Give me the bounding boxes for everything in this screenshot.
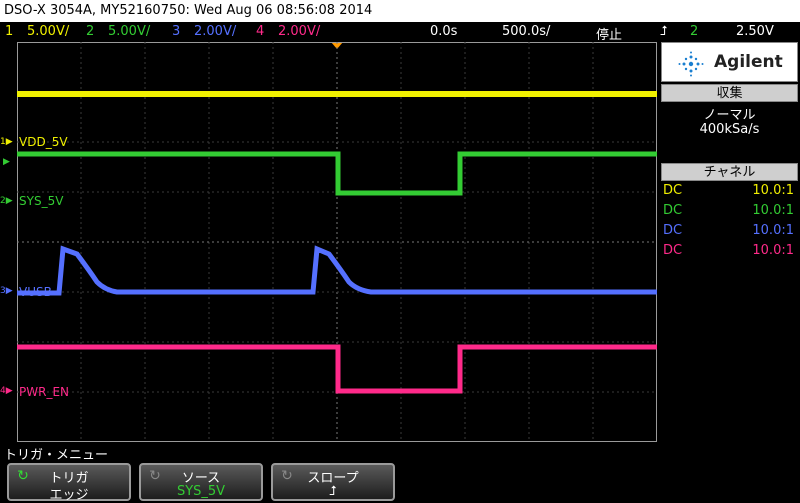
ch1-trace	[17, 91, 657, 97]
ch3-coupling: DC	[663, 223, 683, 238]
ch3-ground-marker[interactable]: 3▶	[0, 286, 13, 296]
brand-name: Agilent	[714, 52, 783, 72]
ch4-trace	[17, 344, 657, 394]
softkey-source-value: SYS_5V	[176, 484, 226, 499]
ch1-probe: 10.0:1	[752, 183, 794, 198]
softkey-slope-value: ⮥	[329, 484, 337, 499]
ch1-number[interactable]: 1	[5, 24, 13, 39]
ch3-probe: 10.0:1	[752, 223, 794, 238]
ch3-trace	[17, 245, 657, 296]
ch2-scale[interactable]: 5.00V/	[108, 24, 150, 39]
time-delay[interactable]: 0.0s	[430, 24, 457, 39]
channel-header: チャネル	[661, 163, 798, 181]
ch3-number[interactable]: 3	[172, 24, 180, 39]
sample-rate: 400kSa/s	[699, 122, 760, 137]
ch4-number[interactable]: 4	[256, 24, 264, 39]
acquisition-header: 収集	[661, 84, 798, 102]
softkey-slope[interactable]: ↻ スロープ ⮥	[271, 463, 395, 501]
ch2-label: SYS_5V	[19, 194, 64, 208]
ch4-probe: 10.0:1	[752, 243, 794, 258]
ch3-info-row: DC 10.0:1	[663, 222, 796, 242]
ch2-coupling: DC	[663, 203, 683, 218]
ch2-info-row: DC 10.0:1	[663, 202, 796, 222]
ch3-scale[interactable]: 2.00V/	[194, 24, 236, 39]
trigger-slope-icon: ⮥	[660, 24, 668, 39]
softkey-trigger-type[interactable]: ↻ トリガ エッジ	[7, 463, 131, 503]
menu-title: トリガ・メニュー	[4, 448, 109, 463]
info-panel: Agilent 収集 ノーマル 400kSa/s チャネル DC 10.0:1 …	[661, 42, 800, 267]
time-scale[interactable]: 500.0s/	[502, 24, 550, 39]
trigger-level-marker[interactable]: ▶	[3, 157, 10, 167]
softkey-source[interactable]: ↻ ソース SYS_5V	[139, 463, 263, 501]
ch2-probe: 10.0:1	[752, 203, 794, 218]
ch2-trace	[17, 151, 657, 196]
ch2-ground-marker[interactable]: 2▶	[0, 196, 13, 206]
softkey-trigger-type-value: エッジ	[49, 488, 89, 503]
acquisition-mode: ノーマル	[703, 108, 756, 123]
brand-logo: Agilent	[661, 42, 798, 82]
run-status[interactable]: 停止	[596, 24, 622, 43]
ch1-label: VDD_5V	[19, 135, 68, 149]
window-title: DSO-X 3054A, MY52160750: Wed Aug 06 08:5…	[0, 0, 800, 22]
trigger-source[interactable]: 2	[690, 24, 698, 39]
ch4-scale[interactable]: 2.00V/	[278, 24, 320, 39]
waveform-display[interactable]	[17, 42, 657, 442]
ch1-coupling: DC	[663, 183, 683, 198]
ch4-ground-marker[interactable]: 4▶	[0, 386, 13, 396]
ch1-ground-marker[interactable]: 1▶	[0, 137, 13, 147]
ch3-label: VUSB	[19, 285, 52, 299]
ch1-info-row: DC 10.0:1	[663, 182, 796, 202]
ch1-scale[interactable]: 5.00V/	[27, 24, 69, 39]
agilent-spark-icon	[678, 51, 704, 77]
ch4-info-row: DC 10.0:1	[663, 242, 796, 262]
ch4-coupling: DC	[663, 243, 683, 258]
channel-status-bar: 1 5.00V/ 2 5.00V/ 3 2.00V/ 4 2.00V/ 0.0s…	[0, 22, 800, 43]
ch2-number[interactable]: 2	[86, 24, 94, 39]
trigger-level[interactable]: 2.50V	[736, 24, 774, 39]
ch4-label: PWR_EN	[19, 385, 69, 399]
